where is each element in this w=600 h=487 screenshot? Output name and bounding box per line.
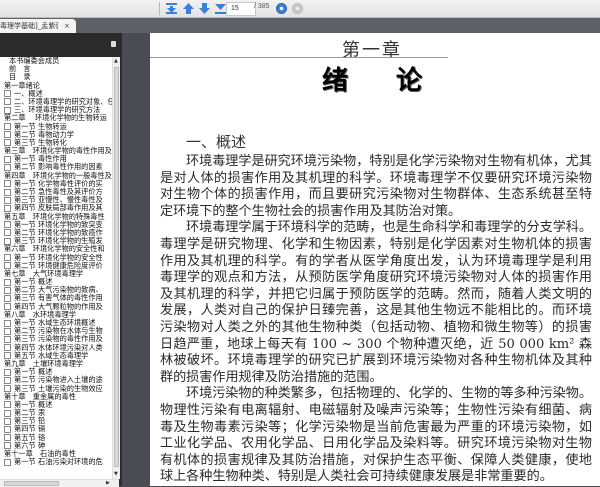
page-icon <box>4 417 11 425</box>
tab-title: 毒理学基础]_孟紫强.... <box>0 22 58 30</box>
section-number: 第一节 <box>14 457 36 467</box>
page-icon <box>4 90 11 98</box>
bookmarks-sidebar: 本书编委会成员前 言目 录第一章绪论 一、概述 二、环境毒理学的研究对象、任 三、环境… <box>0 33 122 487</box>
toolbar: 15 / 385 <box>0 0 600 18</box>
page-icon <box>4 327 11 335</box>
page-icon <box>4 434 11 442</box>
scroll-up-icon[interactable]: ▲ <box>114 58 118 64</box>
first-page-icon <box>166 3 177 14</box>
document-page: 第一章 绪论 一、概述 环境毒理学是研究环境污染物，特别是化学污染物对生物有机体… <box>150 33 600 486</box>
vertical-scroll-thumb[interactable] <box>114 67 119 467</box>
tree-item-section[interactable]: 第一节 石油污染对环境的危 <box>0 457 112 467</box>
vertical-scrollbar[interactable]: ▲ ▼ <box>112 57 120 479</box>
page-icon <box>4 123 11 130</box>
page-icon <box>4 294 11 302</box>
chapter-number: 第一章 <box>342 40 402 61</box>
arrow-up-icon <box>183 3 194 14</box>
tab-bar: 毒理学基础]_孟紫强.... × <box>0 18 600 33</box>
page-icon <box>4 254 11 261</box>
body-text: 环境毒理学是研究环境污染物，特别是化学污染物对生物有机体，尤其是对人体的损害作用… <box>160 154 592 486</box>
page-icon <box>4 180 11 188</box>
next-page-button[interactable] <box>198 2 211 15</box>
paragraph: 环境毒理学是研究环境污染物，特别是化学污染物对生物有机体，尤其是对人体的损害作用… <box>160 154 592 219</box>
section-title: 一、概述 <box>186 133 247 151</box>
header-rule <box>150 57 448 58</box>
tree-item-label: 石油污染对环境的危 <box>38 457 103 467</box>
page-icon <box>4 221 11 229</box>
paragraph: 环境毒理学属于环境科学的范畴，也是生命科学和毒理学的分支学科。毒理学是研究物理、… <box>160 220 592 385</box>
page-icon <box>4 188 11 196</box>
page-icon <box>4 286 11 294</box>
page-icon <box>4 278 11 286</box>
page-icon <box>4 98 11 106</box>
first-page-button[interactable] <box>165 2 178 15</box>
page-icon <box>4 401 11 409</box>
bookmark-tree: 本书编委会成员前 言目 录第一章绪论 一、概述 二、环境毒理学的研究对象、任 三、环境… <box>0 57 112 479</box>
page-icon <box>4 131 11 139</box>
arrow-down-icon <box>199 3 210 14</box>
sidebar-header <box>0 33 122 57</box>
page-icon <box>4 319 11 327</box>
page-icon <box>4 425 11 433</box>
previous-page-button[interactable] <box>182 2 195 15</box>
scroll-right-icon[interactable]: ▶ <box>106 480 110 486</box>
page-total: / 385 <box>254 3 270 10</box>
sidebar-close-button[interactable] <box>111 41 116 47</box>
chapter-title: 绪论 <box>321 66 470 96</box>
page-icon <box>4 409 11 417</box>
page-icon <box>4 344 11 352</box>
horizontal-scroll-thumb[interactable] <box>4 481 59 486</box>
page-icon <box>4 196 11 204</box>
page-number-input[interactable]: 15 <box>226 2 256 16</box>
scroll-down-icon[interactable]: ▼ <box>114 471 118 477</box>
page-icon <box>4 458 11 466</box>
zoom-out-button[interactable] <box>292 3 303 14</box>
page-icon <box>4 376 11 384</box>
page-icon <box>4 229 11 237</box>
page-icon <box>4 368 11 376</box>
document-tab[interactable]: 毒理学基础]_孟紫强.... × <box>0 19 76 33</box>
toolbar-separator <box>159 2 160 15</box>
paragraph: 环境污染物的种类繁多，包括物理的、化学的、生物的等多种污染物。物理性污染有电离辐… <box>160 386 592 485</box>
zoom-in-button[interactable] <box>276 3 287 14</box>
page-icon <box>4 335 11 343</box>
tab-close-button[interactable]: × <box>64 19 70 33</box>
page-icon <box>4 155 11 163</box>
